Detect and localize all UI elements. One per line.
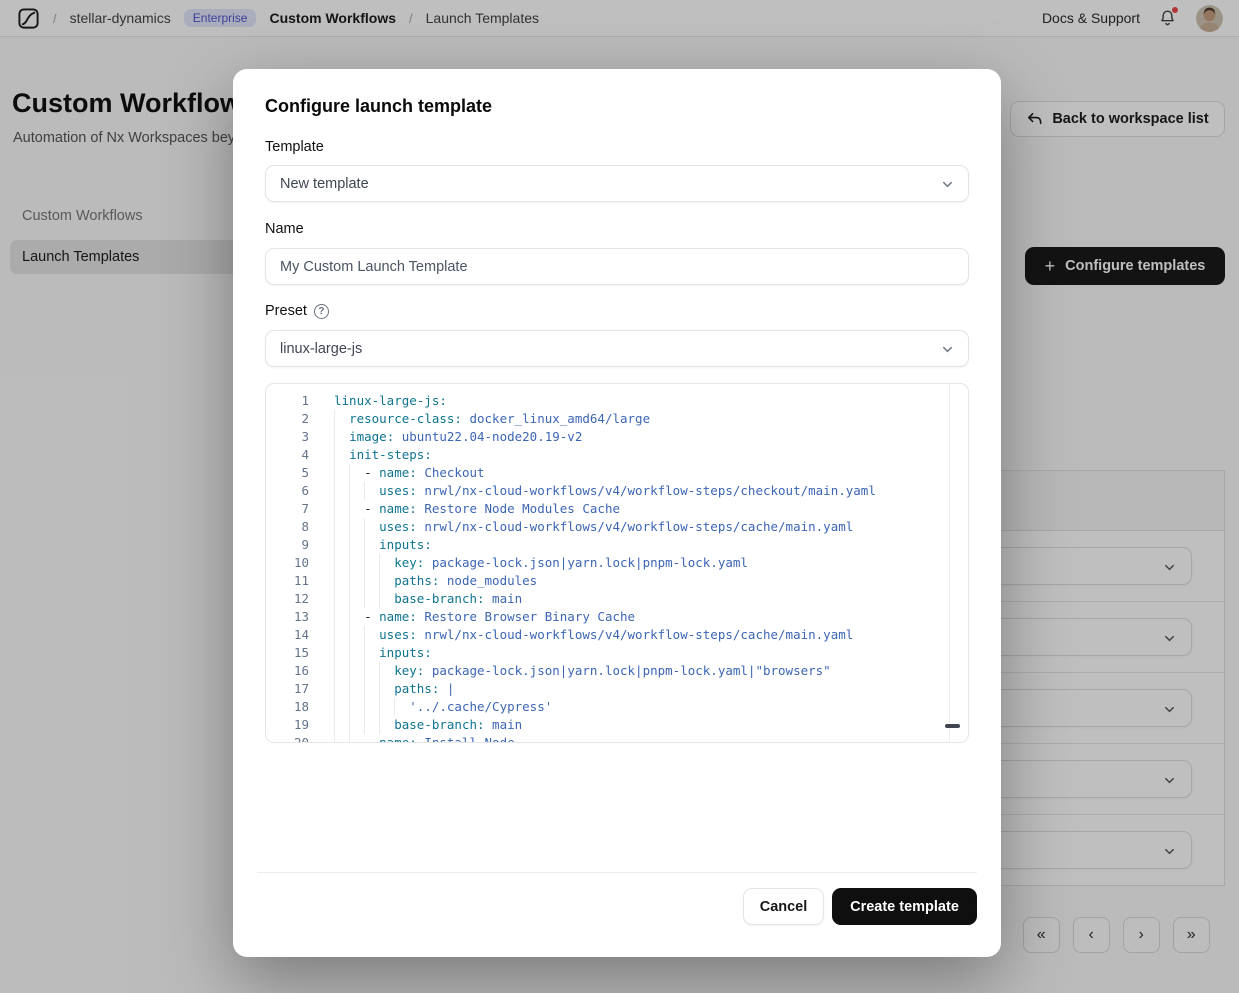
code-line: 7 - name: Restore Node Modules Cache [266,500,968,518]
line-number: 2 [266,410,309,428]
code-line: 8 uses: nrwl/nx-cloud-workflows/v4/workf… [266,518,968,536]
editor-scrollbar-thumb[interactable] [945,724,960,728]
template-select[interactable]: New template [265,165,969,202]
line-number: 3 [266,428,309,446]
preset-select[interactable]: linux-large-js [265,330,969,367]
line-number: 5 [266,464,309,482]
name-field-label: Name [265,221,304,237]
code-line: 11 paths: node_modules [266,572,968,590]
line-number: 6 [266,482,309,500]
code-line: 13 - name: Restore Browser Binary Cache [266,608,968,626]
code-line: 18 '../.cache/Cypress' [266,698,968,716]
code-line: 4 init-steps: [266,446,968,464]
code-line: 20 - name: Install Node [266,734,968,743]
preset-code-editor[interactable]: 1linux-large-js:2 resource-class: docker… [265,383,969,743]
template-select-value: New template [280,176,369,192]
code-line: 10 key: package-lock.json|yarn.lock|pnpm… [266,554,968,572]
line-number: 18 [266,698,309,716]
line-number: 7 [266,500,309,518]
code-editor-lines: 1linux-large-js:2 resource-class: docker… [266,392,968,743]
line-number: 4 [266,446,309,464]
code-line: 15 inputs: [266,644,968,662]
line-number: 8 [266,518,309,536]
name-input[interactable] [265,248,969,285]
code-line: 16 key: package-lock.json|yarn.lock|pnpm… [266,662,968,680]
code-line: 17 paths: | [266,680,968,698]
code-line: 6 uses: nrwl/nx-cloud-workflows/v4/workf… [266,482,968,500]
line-number: 16 [266,662,309,680]
code-line: 5 - name: Checkout [266,464,968,482]
code-line: 3 image: ubuntu22.04-node20.19-v2 [266,428,968,446]
chevron-down-icon [940,342,955,357]
footer-divider [257,872,977,873]
chevron-down-icon [940,177,955,192]
create-template-button[interactable]: Create template [832,888,977,925]
help-icon[interactable]: ? [314,304,329,319]
line-number: 20 [266,734,309,743]
code-line: 19 base-branch: main [266,716,968,734]
line-number: 11 [266,572,309,590]
line-number: 14 [266,626,309,644]
line-number: 19 [266,716,309,734]
template-field-label: Template [265,139,324,155]
line-number: 9 [266,536,309,554]
line-number: 15 [266,644,309,662]
code-line: 1linux-large-js: [266,392,968,410]
modal-title: Configure launch template [265,96,492,117]
line-number: 10 [266,554,309,572]
code-line: 9 inputs: [266,536,968,554]
configure-launch-template-modal: Configure launch template Template New t… [233,69,1001,957]
line-number: 17 [266,680,309,698]
cancel-button[interactable]: Cancel [743,888,824,925]
line-number: 1 [266,392,309,410]
code-line: 12 base-branch: main [266,590,968,608]
line-number: 13 [266,608,309,626]
code-line: 14 uses: nrwl/nx-cloud-workflows/v4/work… [266,626,968,644]
code-line: 2 resource-class: docker_linux_amd64/lar… [266,410,968,428]
editor-scrollbar-track [949,384,950,742]
preset-select-value: linux-large-js [280,341,362,357]
preset-field-label: Preset ? [265,303,329,319]
line-number: 12 [266,590,309,608]
